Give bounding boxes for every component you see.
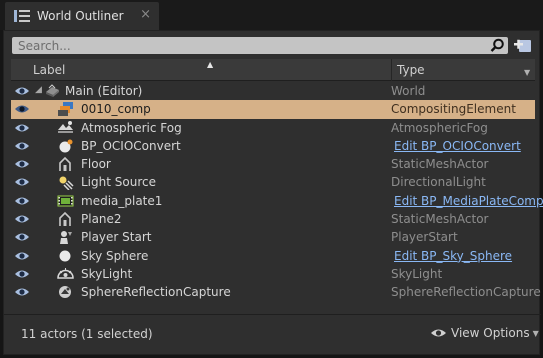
row-label: Atmospheric Fog	[81, 120, 182, 135]
table-row[interactable]: SphereReflectionCapture SphereReflection…	[11, 283, 541, 301]
table-row[interactable]: Atmospheric Fog AtmosphericFog	[11, 119, 535, 137]
visibility-eye-icon[interactable]	[14, 195, 30, 207]
row-type: PlayerStart	[391, 230, 458, 245]
row-label: media_plate1	[81, 193, 163, 208]
sphere-icon	[59, 250, 71, 262]
tab-bar: World Outliner ×	[0, 0, 543, 30]
visibility-eye-icon[interactable]	[14, 103, 30, 115]
reflection-capture-icon	[59, 286, 71, 299]
row-type: StaticMeshActor	[391, 212, 489, 227]
visibility-eye-icon[interactable]	[14, 213, 30, 225]
table-row[interactable]: SkyLight SkyLight	[11, 265, 535, 283]
row-label: 0010_comp	[81, 102, 151, 117]
collapse-arrow-icon[interactable]: ◢	[35, 85, 42, 95]
table-row[interactable]: Light Source DirectionalLight	[11, 173, 535, 191]
chevron-down-icon: ▼	[532, 328, 539, 338]
actor-list: ◢ Main (Editor) World 0010_comp Composit…	[11, 82, 543, 302]
row-type: SphereReflectionCapture	[391, 285, 541, 300]
row-type: SkyLight	[391, 266, 443, 281]
row-label: Main (Editor)	[65, 84, 143, 98]
table-row[interactable]: media_plate1 Edit BP_MediaPlateComp	[11, 192, 543, 210]
row-type: AtmosphericFog	[391, 120, 488, 135]
row-type: CompositingElement	[391, 102, 516, 117]
static-mesh-icon	[59, 211, 71, 227]
edit-blueprint-link[interactable]: Edit BP_MediaPlateComp	[394, 194, 543, 208]
tab-world-outliner[interactable]: World Outliner ×	[5, 2, 159, 30]
row-label: BP_OCIOConvert	[81, 138, 181, 153]
tab-title: World Outliner	[37, 9, 124, 23]
column-label-header[interactable]: Label	[33, 63, 65, 77]
table-row[interactable]: Player Start PlayerStart	[11, 228, 535, 246]
chevron-down-icon[interactable]: ▼	[524, 68, 530, 77]
edit-blueprint-link[interactable]: Edit BP_Sky_Sphere	[394, 249, 512, 263]
static-mesh-icon	[59, 157, 71, 172]
table-row[interactable]: Sky Sphere Edit BP_Sky_Sphere	[11, 247, 535, 265]
row-label: Sky Sphere	[81, 248, 149, 263]
visibility-eye-icon[interactable]	[14, 250, 30, 262]
compositing-icon	[58, 102, 73, 117]
blueprint-sphere-icon	[59, 139, 73, 153]
column-type-header[interactable]: Type	[397, 63, 425, 77]
visibility-eye-icon[interactable]	[14, 140, 30, 152]
row-type: World	[391, 84, 426, 98]
footer-divider	[4, 314, 541, 315]
sort-ascending-icon: ▲	[207, 60, 214, 69]
table-row[interactable]: Floor StaticMeshActor	[11, 155, 535, 173]
visibility-eye-icon[interactable]	[14, 122, 30, 134]
eye-icon	[431, 329, 446, 337]
table-row[interactable]: BP_OCIOConvert Edit BP_OCIOConvert	[11, 137, 535, 155]
row-label: Light Source	[81, 175, 156, 190]
row-type: StaticMeshActor	[391, 157, 489, 172]
view-options-button[interactable]: View Options ▼	[430, 326, 539, 340]
table-row[interactable]: Plane2 StaticMeshActor	[11, 210, 535, 228]
visibility-eye-icon[interactable]	[14, 176, 30, 188]
table-row[interactable]: ◢ Main (Editor) World	[11, 82, 535, 100]
search-field[interactable]: Search...	[12, 37, 508, 54]
fog-icon	[58, 120, 73, 133]
search-input[interactable]: Search...	[18, 39, 71, 53]
column-divider[interactable]	[391, 59, 392, 81]
skylight-icon	[57, 267, 74, 279]
world-icon	[46, 84, 59, 97]
row-type: DirectionalLight	[391, 175, 486, 190]
row-label: Plane2	[81, 212, 122, 227]
row-label: Player Start	[81, 230, 152, 245]
column-header: Label ▲ Type ▼	[11, 59, 535, 81]
view-options-label: View Options	[451, 326, 530, 340]
add-actor-icon[interactable]	[514, 37, 532, 53]
edit-blueprint-link[interactable]: Edit BP_OCIOConvert	[394, 139, 521, 153]
outliner-panel: Search... Label ▲ Type ▼ ◢ Main (Editor)…	[3, 30, 543, 355]
visibility-eye-icon[interactable]	[14, 231, 30, 243]
row-label: SphereReflectionCapture	[81, 285, 231, 300]
media-plate-icon	[57, 195, 74, 207]
search-icon	[490, 38, 504, 52]
light-icon	[59, 176, 74, 191]
player-start-icon	[60, 231, 72, 245]
close-icon[interactable]: ×	[140, 8, 151, 22]
row-label: SkyLight	[81, 266, 133, 281]
visibility-eye-icon[interactable]	[14, 158, 30, 170]
visibility-eye-icon[interactable]	[14, 85, 30, 97]
row-label: Floor	[81, 157, 111, 172]
visibility-eye-icon[interactable]	[14, 268, 30, 280]
outliner-icon	[14, 10, 30, 22]
actor-count-status: 11 actors (1 selected)	[21, 327, 153, 341]
table-row-selected[interactable]: 0010_comp CompositingElement	[11, 100, 535, 119]
visibility-eye-icon[interactable]	[14, 286, 30, 298]
